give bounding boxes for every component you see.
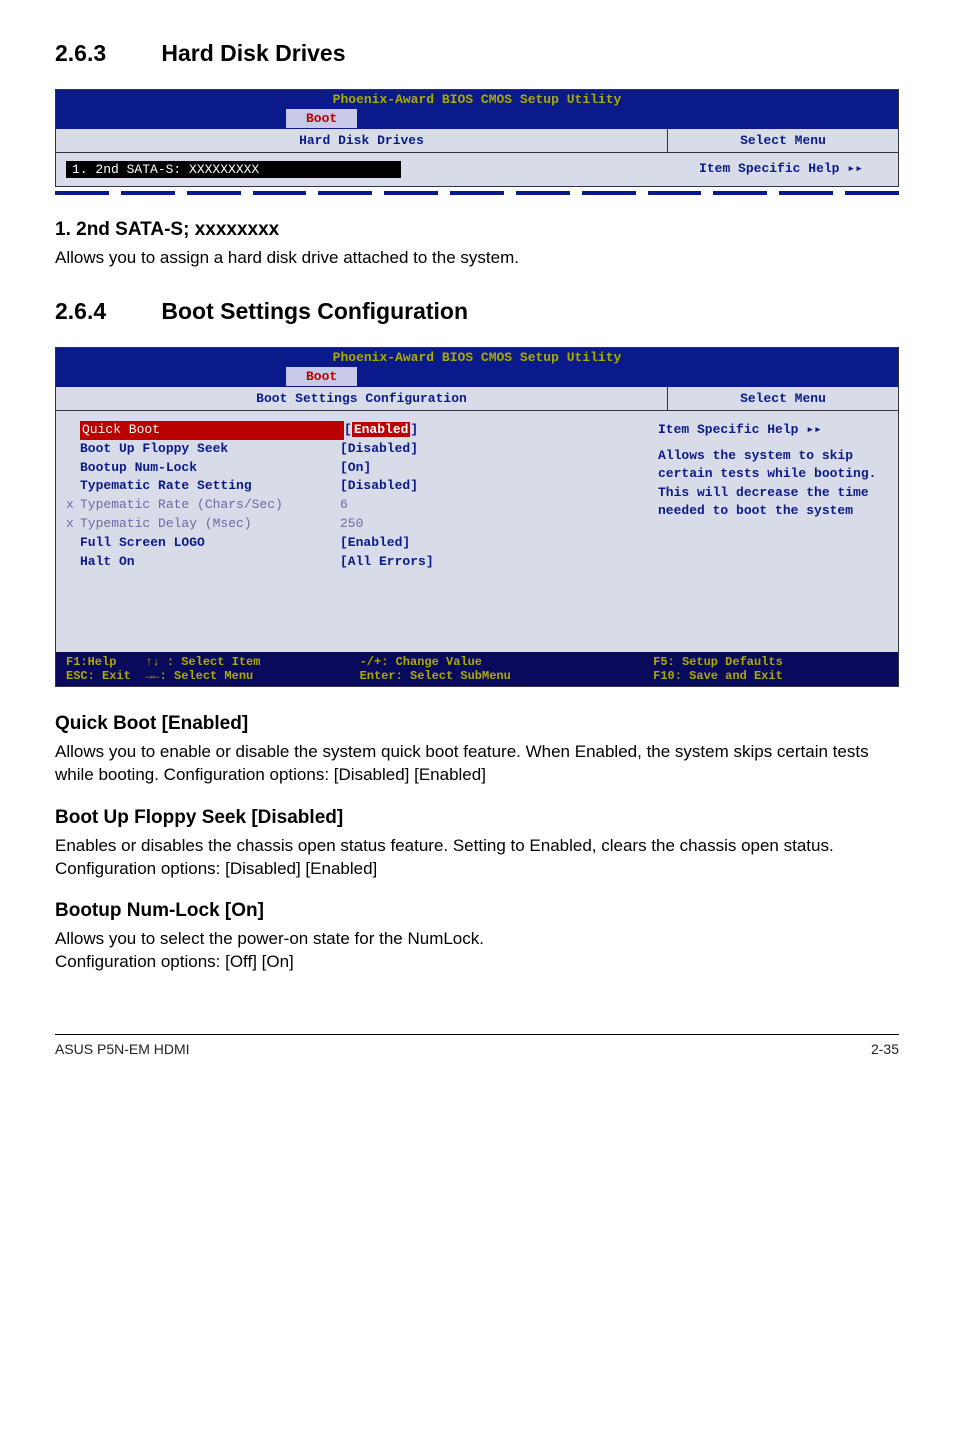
bios-setting-row[interactable]: xTypematic Delay (Msec) 250: [66, 515, 638, 534]
bios-tabs: Boot: [56, 367, 898, 387]
body-text: Configuration options: [Off] [On]: [55, 951, 899, 974]
section-heading: 2.6.4 Boot Settings Configuration: [55, 298, 899, 325]
bios-footer: F1:Help ↑↓ : Select Item ESC: Exit →←: S…: [56, 652, 898, 686]
bios-footer-col1: F1:Help ↑↓ : Select Item ESC: Exit →←: S…: [66, 655, 360, 683]
section-heading: 2.6.3 Hard Disk Drives: [55, 40, 899, 67]
bios-row-label: Full Screen LOGO: [80, 534, 340, 553]
bios-row-prefix: x: [66, 515, 80, 534]
bios-setting-row[interactable]: Typematic Rate Setting[Disabled]: [66, 477, 638, 496]
bios-row-value: [Disabled]: [340, 477, 418, 496]
bios-item[interactable]: 1. 2nd SATA-S: XXXXXXXXX: [66, 161, 401, 178]
bios-left-header: Hard Disk Drives: [56, 129, 667, 153]
bios-row-prefix: [66, 534, 80, 553]
section-number: 2.6.3: [55, 40, 155, 67]
section-title: Boot Settings Configuration: [161, 298, 468, 324]
divider: [55, 191, 899, 195]
bios-row-value: 250: [340, 515, 363, 534]
bios-footer-col3: F5: Setup Defaults F10: Save and Exit: [653, 655, 888, 683]
body-text: Allows you to assign a hard disk drive a…: [55, 247, 899, 270]
sub-heading: Bootup Num-Lock [On]: [55, 900, 899, 922]
bios-row-label: Bootup Num-Lock: [80, 459, 340, 478]
footer-right: 2-35: [871, 1041, 899, 1057]
bios-row-label: Typematic Delay (Msec): [80, 515, 340, 534]
bios-row-prefix: [66, 440, 80, 459]
bios-row-prefix: [66, 553, 80, 572]
bios-help: Item Specific Help ▸▸: [664, 153, 898, 186]
bios-row-value: 6: [340, 496, 348, 515]
bios-row-prefix: [66, 421, 80, 440]
bios-window-bootsettings: Phoenix-Award BIOS CMOS Setup Utility Bo…: [55, 347, 899, 687]
bios-tab-boot[interactable]: Boot: [286, 109, 357, 128]
bios-row-value: [Enabled]: [344, 421, 418, 440]
bios-left-header: Boot Settings Configuration: [56, 387, 667, 411]
bios-setting-row[interactable]: Bootup Num-Lock[On]: [66, 459, 638, 478]
bios-row-value: [Disabled]: [340, 440, 418, 459]
bios-item-container: 1. 2nd SATA-S: XXXXXXXXX: [56, 153, 664, 186]
bios-setting-row[interactable]: Full Screen LOGO[Enabled]: [66, 534, 638, 553]
bios-row-prefix: [66, 459, 80, 478]
bios-row-label: Quick Boot: [80, 421, 344, 440]
body-text: Enables or disables the chassis open sta…: [55, 835, 899, 881]
bios-row-prefix: [66, 477, 80, 496]
bios-row-prefix: x: [66, 496, 80, 515]
bios-setting-row[interactable]: xTypematic Rate (Chars/Sec) 6: [66, 496, 638, 515]
bios-right-header: Select Menu: [668, 129, 898, 153]
section-title: Hard Disk Drives: [161, 40, 345, 66]
bios-right-header: Select Menu: [668, 387, 898, 411]
bios-title: Phoenix-Award BIOS CMOS Setup Utility: [56, 90, 898, 109]
sub-heading: Quick Boot [Enabled]: [55, 713, 899, 735]
bios-setting-row[interactable]: Boot Up Floppy Seek[Disabled]: [66, 440, 638, 459]
bios-row-value: [All Errors]: [340, 553, 434, 572]
body-text: Allows you to enable or disable the syst…: [55, 741, 899, 787]
bios-row-value: [Enabled]: [340, 534, 410, 553]
bios-help-title: Item Specific Help ▸▸: [658, 421, 888, 439]
bios-tab-boot[interactable]: Boot: [286, 367, 357, 386]
bios-setting-row[interactable]: Halt On[All Errors]: [66, 553, 638, 572]
bios-title: Phoenix-Award BIOS CMOS Setup Utility: [56, 348, 898, 367]
bios-setting-row[interactable]: Quick Boot[Enabled]: [66, 421, 638, 440]
bios-tabs: Boot: [56, 109, 898, 129]
bios-help-panel: Item Specific Help ▸▸ Allows the system …: [648, 411, 898, 652]
sub-heading: Boot Up Floppy Seek [Disabled]: [55, 807, 899, 829]
bios-row-label: Halt On: [80, 553, 340, 572]
bios-row-value: [On]: [340, 459, 371, 478]
bios-row-label: Typematic Rate (Chars/Sec): [80, 496, 340, 515]
page-footer: ASUS P5N-EM HDMI 2-35: [55, 1034, 899, 1057]
bios-help-body: Allows the system to skip certain tests …: [658, 447, 888, 520]
bios-settings-list: Quick Boot[Enabled]Boot Up Floppy Seek[D…: [56, 411, 648, 652]
sub-heading: 1. 2nd SATA-S; xxxxxxxx: [55, 219, 899, 241]
bios-row-label: Boot Up Floppy Seek: [80, 440, 340, 459]
footer-left: ASUS P5N-EM HDMI: [55, 1041, 190, 1057]
bios-row-label: Typematic Rate Setting: [80, 477, 340, 496]
body-text: Allows you to select the power-on state …: [55, 928, 899, 951]
section-number: 2.6.4: [55, 298, 155, 325]
bios-window-hdd: Phoenix-Award BIOS CMOS Setup Utility Bo…: [55, 89, 899, 187]
bios-footer-col2: -/+: Change Value Enter: Select SubMenu: [360, 655, 654, 683]
